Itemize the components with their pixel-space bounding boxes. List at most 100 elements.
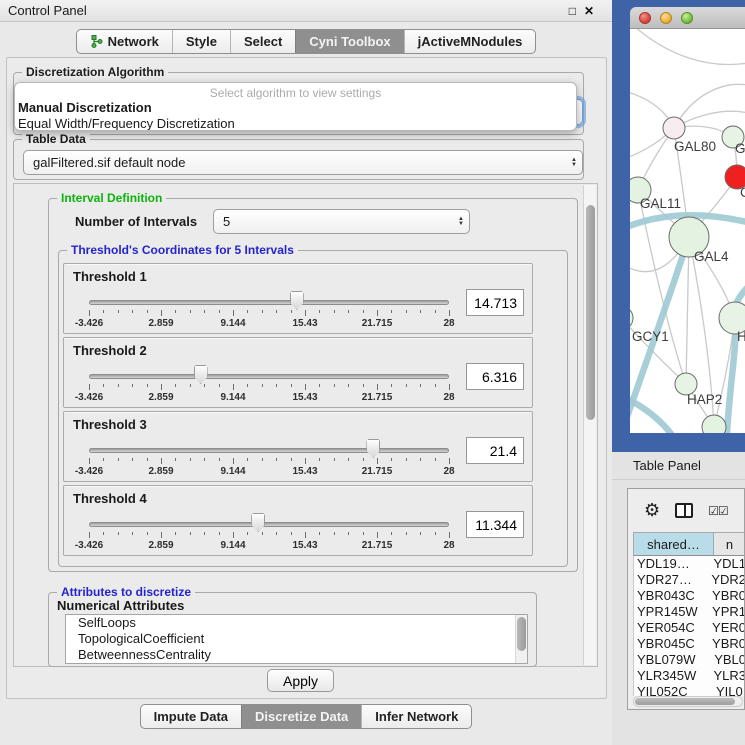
table-cell-shared: YLR345W	[634, 668, 711, 684]
network-node[interactable]	[663, 117, 685, 139]
slider-minor-tick	[204, 532, 205, 535]
tab-cyni-toolbox[interactable]: Cyni Toolbox	[295, 30, 403, 53]
attribute-list-item[interactable]: BetweennessCentrality	[66, 647, 527, 663]
slider-minor-tick	[118, 310, 119, 313]
slider-handle[interactable]	[194, 365, 208, 384]
table-header-name[interactable]: n	[714, 533, 745, 555]
table-row[interactable]: YER054CYER0	[634, 620, 745, 636]
algorithm-option[interactable]: Manual Discretization	[15, 100, 576, 116]
slider-minor-tick	[204, 310, 205, 313]
table-header-shared[interactable]: shared…	[634, 533, 714, 555]
tab-label: Select	[244, 34, 282, 49]
slider-minor-tick	[147, 458, 148, 461]
table-horizontal-scrollbar[interactable]	[633, 696, 743, 707]
network-edge	[635, 29, 745, 65]
checkboxes-icon[interactable]: ☑☑	[708, 504, 728, 518]
slider-minor-tick	[363, 384, 364, 387]
table-cell-name: YDL1	[711, 556, 745, 572]
tab-network[interactable]: Network	[77, 30, 172, 53]
threshold-value-field[interactable]	[466, 363, 524, 390]
table-data-combo[interactable]: galFiltered.sif default node ▲▼	[23, 150, 583, 175]
table-cell-name: YIL0	[714, 684, 745, 696]
number-of-intervals-value: 5	[223, 214, 230, 229]
close-window-icon[interactable]: ✕	[584, 4, 594, 18]
gear-icon[interactable]: ⚙	[644, 500, 660, 521]
network-window-titlebar[interactable]	[630, 7, 745, 29]
tab-infer-network[interactable]: Infer Network	[361, 705, 471, 728]
slider-minor-tick	[391, 532, 392, 535]
threshold-value-field[interactable]	[466, 289, 524, 316]
slider-tick-label: 28	[443, 392, 454, 403]
table-row[interactable]: YBL079WYBL0	[634, 652, 745, 668]
slider-major-tick	[233, 310, 234, 316]
attribute-list-item[interactable]: TopologicalCoefficient	[66, 631, 527, 647]
slider-tick-label: 28	[443, 318, 454, 329]
slider-minor-tick	[103, 532, 104, 535]
slider-track[interactable]	[89, 448, 449, 453]
table-cell-name: YDR2	[709, 572, 745, 588]
slider-tick-label: 9.144	[220, 540, 245, 551]
slider-major-tick	[161, 458, 162, 464]
tab-select[interactable]: Select	[230, 30, 295, 53]
slider-minor-tick	[262, 310, 263, 313]
table-row[interactable]: YDL19…YDL1	[634, 556, 745, 572]
tab-jactivemnodules[interactable]: jActiveMNodules	[404, 30, 536, 53]
slider-handle[interactable]	[366, 439, 380, 458]
threshold-value-field[interactable]	[466, 511, 524, 538]
slider-handle[interactable]	[290, 291, 304, 310]
tab-style[interactable]: Style	[172, 30, 230, 53]
column-layout-icon[interactable]	[675, 503, 693, 518]
table-row[interactable]: YPR145WYPR1	[634, 604, 745, 620]
slider-minor-tick	[406, 458, 407, 461]
network-edge	[630, 397, 672, 433]
table-row[interactable]: YDR27…YDR2	[634, 572, 745, 588]
thresholds-group-title: Threshold's Coordinates for 5 Intervals	[67, 243, 298, 257]
table-row[interactable]: YBR045CYBR0	[634, 636, 745, 652]
slider-minor-tick	[420, 384, 421, 387]
slider-track[interactable]	[89, 374, 449, 379]
network-canvas[interactable]: GAL80GACGAL11GAL4GCY1HHAP2	[630, 29, 745, 433]
slider-major-tick	[377, 310, 378, 316]
attribute-list-item[interactable]: SelfLoops	[66, 615, 527, 631]
slider-track[interactable]	[89, 522, 449, 527]
scrollbar-thumb[interactable]	[517, 617, 526, 651]
numerical-attributes-list[interactable]: SelfLoopsTopologicalCoefficientBetweenne…	[65, 614, 528, 664]
settings-vertical-scrollbar[interactable]	[583, 185, 596, 665]
network-node[interactable]	[702, 415, 726, 433]
slider-major-tick	[89, 384, 90, 390]
threshold-value-field[interactable]	[466, 437, 524, 464]
table-cell-name: YBL0	[712, 652, 745, 668]
tab-impute-data[interactable]: Impute Data	[141, 705, 241, 728]
slider-minor-tick	[175, 458, 176, 461]
slider-major-tick	[89, 458, 90, 464]
table-row[interactable]: YLR345WYLR3	[634, 668, 745, 684]
slider-minor-tick	[435, 310, 436, 313]
number-of-intervals-combo[interactable]: 5 ▲▼	[213, 209, 470, 234]
slider-minor-tick	[319, 458, 320, 461]
minimize-traffic-light-icon[interactable]	[660, 12, 672, 24]
attributes-scrollbar[interactable]	[515, 615, 527, 663]
slider-minor-tick	[348, 384, 349, 387]
table-cell-shared: YBL079W	[634, 652, 712, 668]
close-traffic-light-icon[interactable]	[639, 12, 651, 24]
desktop-blue-background: GAL80GACGAL11GAL4GCY1HHAP2	[612, 0, 745, 452]
apply-button[interactable]: Apply	[267, 669, 334, 692]
algorithm-group-title: Discretization Algorithm	[22, 65, 168, 79]
network-node-label: GA	[735, 141, 745, 156]
scrollbar-thumb[interactable]	[586, 205, 595, 420]
table-row[interactable]: YBR043CYBR0	[634, 588, 745, 604]
network-node[interactable]	[630, 306, 633, 330]
table-panel-inner: ⚙ ☑☑ shared… n YDL19…YDL1YDR27…YDR2YBR04…	[627, 488, 745, 710]
tab-discretize-data[interactable]: Discretize Data	[241, 705, 361, 728]
slider-track[interactable]	[89, 300, 449, 305]
zoom-traffic-light-icon[interactable]	[681, 12, 693, 24]
algorithm-option[interactable]: Equal Width/Frequency Discretization	[15, 116, 576, 131]
table-row[interactable]: YIL052CYIL0	[634, 684, 745, 696]
scrollbar-thumb[interactable]	[635, 698, 735, 705]
slider-handle[interactable]	[251, 513, 265, 532]
float-window-icon[interactable]: □	[569, 4, 576, 18]
slider-major-tick	[449, 310, 450, 316]
slider-major-tick	[377, 532, 378, 538]
slider-major-tick	[233, 458, 234, 464]
slider-minor-tick	[435, 532, 436, 535]
